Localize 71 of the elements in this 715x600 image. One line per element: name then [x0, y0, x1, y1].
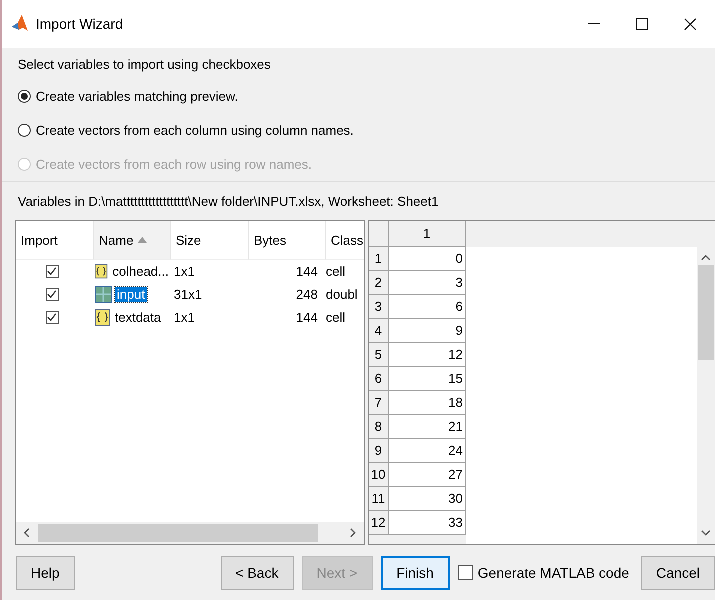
source-label: Variables in D:\matttttttttttttttttt\New folder\INPUT.xlsx, Worksheet: Sheet1 [18, 194, 439, 209]
checkbox[interactable] [46, 288, 58, 301]
table-cell: cell [326, 264, 346, 279]
row-number: 11 [372, 491, 386, 506]
scroll-left-icon[interactable] [24, 528, 30, 538]
table-cell: 31x1 [174, 287, 202, 302]
table-cell: 144 [296, 310, 318, 325]
column-header[interactable]: Class [326, 221, 364, 260]
table-cell: doubl [326, 287, 358, 302]
row-number: 1 [374, 251, 382, 266]
app-logo-icon [12, 15, 28, 33]
column-header[interactable]: Bytes [249, 221, 326, 260]
radio-label: Create vectors from each row using row names. [36, 156, 312, 172]
variable-name[interactable]: textdata [113, 310, 164, 325]
braces-icon [95, 309, 110, 326]
grid-icon [95, 286, 112, 303]
window-title: Import Wizard [36, 16, 124, 32]
radio-label: Create vectors from each column using column names. [36, 122, 354, 138]
row-number: 2 [374, 275, 382, 290]
table-cell: 15 [448, 371, 463, 386]
row-number: 9 [374, 443, 382, 458]
table-cell: 27 [448, 467, 463, 482]
table-cell: 0 [456, 251, 463, 266]
row-number: 7 [374, 395, 382, 410]
radio-label: Create variables matching preview. [36, 88, 238, 104]
table-cell: 9 [456, 323, 463, 338]
table-cell: 144 [296, 264, 318, 279]
dialog-button[interactable]: Finish [380, 556, 450, 590]
table-cell: cell [326, 310, 346, 325]
scroll-right-icon[interactable] [350, 528, 356, 538]
row-number: 12 [371, 515, 386, 530]
row-number: 6 [374, 371, 382, 386]
braces-icon [95, 263, 108, 280]
row-number: 5 [374, 347, 382, 362]
horizontal-scrollbar[interactable] [16, 522, 364, 544]
table-cell: 21 [448, 419, 463, 434]
maximize-icon[interactable] [636, 18, 648, 30]
table-cell: 30 [448, 491, 463, 506]
sort-arrow-icon [138, 237, 147, 243]
radio-button[interactable] [18, 124, 31, 137]
scroll-down-icon[interactable] [701, 530, 711, 536]
column-header[interactable]: Size [171, 221, 249, 260]
close-icon[interactable] [684, 18, 697, 30]
dialog-button[interactable]: Cancel [641, 556, 715, 590]
table-cell: 1x1 [174, 264, 195, 279]
checkbox[interactable] [46, 311, 58, 324]
table-cell: 18 [448, 395, 463, 410]
table-cell: 33 [448, 515, 463, 530]
row-number: 4 [374, 323, 382, 338]
variable-name[interactable]: input [115, 287, 148, 302]
column-header: 1 [423, 226, 431, 241]
column-header[interactable]: Name [94, 221, 171, 260]
table-cell: 6 [456, 299, 463, 314]
checkbox[interactable] [458, 565, 473, 580]
dialog-button[interactable]: Help [16, 556, 75, 590]
checkbox[interactable] [46, 265, 58, 278]
row-number: 3 [374, 299, 382, 314]
table-cell: 12 [448, 347, 463, 362]
table-cell: 3 [456, 275, 463, 290]
row-number: 8 [374, 419, 382, 434]
table-cell: 248 [296, 287, 318, 302]
minimize-icon[interactable] [588, 23, 600, 25]
radio-button[interactable] [18, 90, 31, 103]
row-number: 10 [371, 467, 386, 482]
variable-name[interactable]: colhead... [110, 264, 171, 279]
generate-code-label: Generate MATLAB code [478, 564, 630, 580]
table-cell: 1x1 [174, 310, 195, 325]
scroll-up-icon[interactable] [701, 255, 711, 261]
dialog-button[interactable]: < Back [220, 556, 294, 590]
group-heading: Select variables to import using checkboxes [18, 56, 272, 74]
table-cell: 24 [448, 443, 463, 458]
